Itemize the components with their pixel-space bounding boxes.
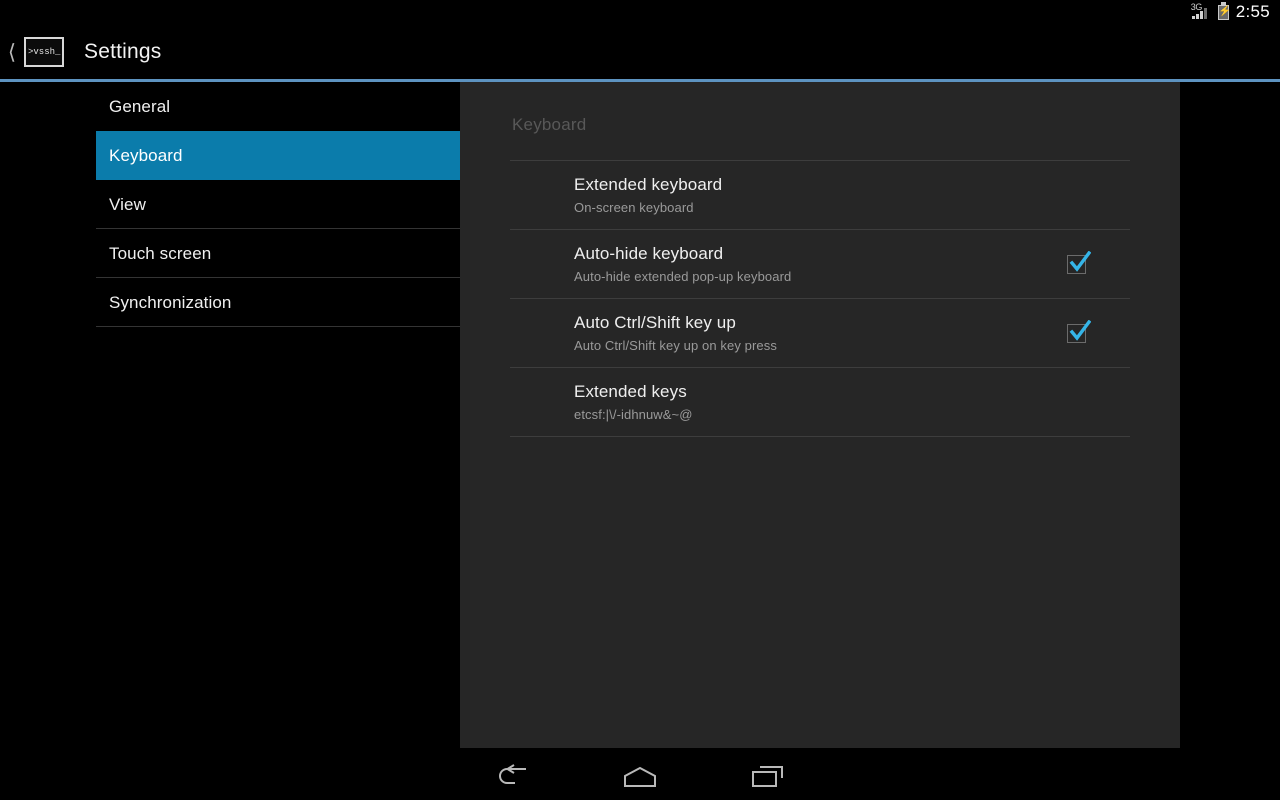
back-arrow-icon <box>499 764 526 784</box>
system-navigation-bar <box>0 754 1280 800</box>
checkmark-icon <box>1069 250 1091 272</box>
sidebar-item-keyboard[interactable]: Keyboard <box>96 131 460 180</box>
back-chevron-icon[interactable]: ⟨ <box>2 42 22 63</box>
status-bar: 3G ⚡ 2:55 <box>0 0 1280 24</box>
preference-title: Auto-hide keyboard <box>574 244 724 263</box>
status-icons: 3G ⚡ <box>1191 2 1232 21</box>
preferences-panel: Keyboard Extended keyboard On-screen key… <box>460 82 1180 748</box>
checkbox-auto-ctrl-shift-key-up[interactable] <box>1067 319 1091 343</box>
preference-title: Extended keys <box>574 382 687 401</box>
preference-text: Extended keys etcsf:|\/-idhnuw&~@ <box>574 382 1130 422</box>
preference-text: Auto Ctrl/Shift key up Auto Ctrl/Shift k… <box>574 313 1067 353</box>
nav-back-button[interactable] <box>448 754 576 800</box>
sidebar-item-label: Keyboard <box>109 145 183 165</box>
checkbox-auto-hide-keyboard[interactable] <box>1067 250 1091 274</box>
preference-summary: Auto-hide extended pop-up keyboard <box>574 269 792 284</box>
page-title: Settings <box>84 40 162 63</box>
checkmark-icon <box>1069 319 1091 341</box>
sidebar-item-label: General <box>109 96 171 116</box>
app-logo-icon[interactable]: >vssh_ <box>24 37 64 67</box>
charging-bolt-glyph: ⚡ <box>1218 6 1232 17</box>
sidebar-item-general[interactable]: General <box>96 82 460 131</box>
signal-bars-glyph <box>1191 8 1207 19</box>
nav-recents-button[interactable] <box>704 754 832 800</box>
preference-extended-keyboard[interactable]: Extended keyboard On-screen keyboard <box>510 161 1130 229</box>
content-area: General Keyboard View Touch screen Synch… <box>0 82 1280 754</box>
panel-section-header: Keyboard <box>512 115 587 134</box>
preference-text: Auto-hide keyboard Auto-hide extended po… <box>574 244 1067 284</box>
recent-apps-icon <box>752 766 783 787</box>
battery-charging-icon: ⚡ <box>1217 2 1232 20</box>
preference-title: Extended keyboard <box>574 175 723 194</box>
sidebar-item-synchronization[interactable]: Synchronization <box>96 278 460 327</box>
status-clock: 2:55 <box>1235 2 1270 21</box>
preference-extended-keys[interactable]: Extended keys etcsf:|\/-idhnuw&~@ <box>510 368 1130 436</box>
app-logo-text: >vssh_ <box>28 46 61 57</box>
sidebar-item-view[interactable]: View <box>96 180 460 229</box>
preference-text: Extended keyboard On-screen keyboard <box>574 175 1130 215</box>
preference-summary: etcsf:|\/-idhnuw&~@ <box>574 407 693 422</box>
nav-home-button[interactable] <box>576 754 704 800</box>
home-icon <box>624 766 656 787</box>
preference-summary: Auto Ctrl/Shift key up on key press <box>574 338 777 353</box>
sidebar-item-label: Touch screen <box>109 243 212 263</box>
action-bar: ⟨ >vssh_ Settings <box>0 24 1280 80</box>
preference-title: Auto Ctrl/Shift key up <box>574 313 736 332</box>
sidebar-item-label: Synchronization <box>109 292 232 312</box>
preference-divider <box>510 436 1130 437</box>
sidebar-item-label: View <box>109 194 146 214</box>
settings-sidebar: General Keyboard View Touch screen Synch… <box>96 82 460 327</box>
preference-auto-ctrl-shift-key-up[interactable]: Auto Ctrl/Shift key up Auto Ctrl/Shift k… <box>510 299 1130 367</box>
preference-auto-hide-keyboard[interactable]: Auto-hide keyboard Auto-hide extended po… <box>510 230 1130 298</box>
preference-summary: On-screen keyboard <box>574 200 694 215</box>
sidebar-item-touch-screen[interactable]: Touch screen <box>96 229 460 278</box>
signal-bars-icon: 3G <box>1191 2 1213 21</box>
